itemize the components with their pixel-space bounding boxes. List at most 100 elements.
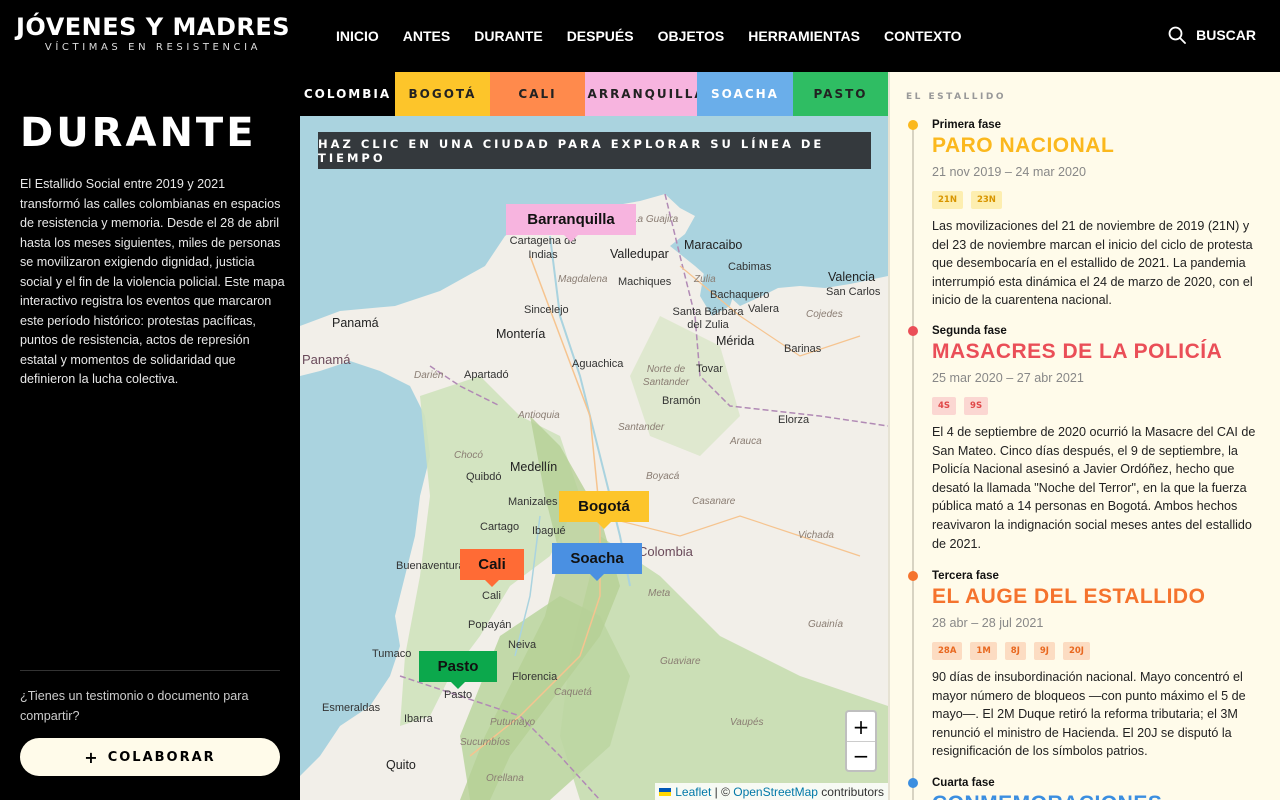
place-label: Panamá — [332, 316, 379, 330]
phase-title[interactable]: EL AUGE DEL ESTALLIDO — [932, 585, 1205, 609]
place-label: Apartadó — [464, 369, 509, 381]
main-nav: INICIO ANTES DURANTE DESPUÉS OBJETOS HER… — [336, 28, 986, 44]
tab-soacha[interactable]: SOACHA — [697, 72, 793, 116]
tab-bogota[interactable]: BOGOTÁ — [395, 72, 490, 116]
place-label: Ibarra — [404, 713, 433, 725]
tab-colombia[interactable]: COLOMBIA — [300, 72, 395, 116]
place-label: Valledupar — [610, 247, 669, 261]
date-chip[interactable]: 9J — [1033, 642, 1055, 660]
panel-label: EL ESTALLIDO — [906, 92, 1006, 102]
phase-number: Tercera fase — [932, 570, 999, 582]
map-pin-barranquilla[interactable]: Barranquilla — [506, 204, 636, 242]
place-label: Cojedes — [806, 309, 843, 320]
date-chip[interactable]: 8J — [1004, 642, 1026, 660]
tab-cali[interactable]: CALI — [490, 72, 585, 116]
phase-text: El 4 de septiembre de 2020 ocurrió la Ma… — [932, 425, 1256, 551]
place-label: Bachaquero — [710, 289, 770, 301]
leaflet-link[interactable]: Leaflet — [675, 785, 711, 799]
city-tabs: COLOMBIA BOGOTÁ CALI BARRANQUILLA SOACHA… — [300, 72, 888, 116]
date-chip[interactable]: 20J — [1062, 642, 1090, 660]
pin-label: Cali — [478, 556, 506, 573]
nav-despues[interactable]: DESPUÉS — [567, 28, 634, 44]
place-label: Quibdó — [466, 471, 502, 483]
timeline-panel[interactable]: EL ESTALLIDO Primera fase PARO NACIONAL … — [888, 72, 1280, 800]
zoom-in-button[interactable]: + — [847, 712, 875, 741]
place-label: La Guajira — [632, 214, 679, 225]
place-label: Casanare — [692, 496, 736, 507]
search-icon — [1168, 26, 1187, 44]
map-pin-cali[interactable]: Cali — [460, 549, 524, 587]
zoom-out-button[interactable]: − — [847, 741, 875, 770]
collaborate-button[interactable]: + COLABORAR — [20, 738, 280, 776]
date-chip[interactable]: 9S — [964, 397, 989, 415]
place-label: Maracaibo — [684, 238, 743, 252]
zoom-control: + − — [845, 710, 877, 772]
tab-label: SOACHA — [711, 87, 779, 101]
date-chip[interactable]: 28A — [932, 642, 963, 660]
nav-herramientas[interactable]: HERRAMIENTAS — [748, 28, 860, 44]
place-label: Colombia — [638, 544, 693, 559]
place-label: Arauca — [730, 436, 762, 447]
pin-label: Barranquilla — [527, 211, 615, 228]
place-label: Mérida — [716, 334, 755, 348]
map-pin-soacha[interactable]: Soacha — [552, 543, 642, 581]
map-pin-pasto[interactable]: Pasto — [419, 651, 497, 689]
place-label: Cartago — [480, 521, 520, 533]
map-attribution: Leaflet | © OpenStreetMap contributors — [655, 783, 888, 800]
tab-label: PASTO — [813, 87, 868, 101]
nav-objetos[interactable]: OBJETOS — [658, 28, 725, 44]
nav-antes[interactable]: ANTES — [403, 28, 450, 44]
plus-icon: + — [84, 747, 100, 767]
place-label: Neiva — [508, 639, 537, 651]
tab-label: CALI — [518, 87, 557, 101]
place-label: Montería — [496, 327, 546, 341]
nav-inicio[interactable]: INICIO — [336, 28, 379, 44]
place-label: Tovar — [696, 363, 723, 375]
place-label: Manizales — [508, 496, 558, 508]
attribution-tail: contributors — [817, 784, 884, 799]
nav-contexto[interactable]: CONTEXTO — [884, 28, 962, 44]
place-label: Antioquia — [518, 410, 560, 421]
place-label: Esmeraldas — [322, 702, 381, 714]
place-label: Panamá — [302, 352, 351, 367]
date-chip[interactable]: 1M — [970, 642, 997, 660]
intro-text: El Estallido Social entre 2019 y 2021 tr… — [20, 177, 285, 386]
place-label: Cabimas — [728, 261, 772, 273]
map-pin-bogota[interactable]: Bogotá — [559, 491, 649, 529]
place-label: Ibagué — [532, 525, 566, 537]
nav-durante[interactable]: DURANTE — [474, 28, 542, 44]
place-label: Meta — [648, 588, 671, 599]
place-label: Darién — [414, 370, 444, 381]
place-label: Boyacá — [646, 471, 680, 482]
place-label: Guaviare — [660, 656, 701, 667]
phase-date: 28 abr – 28 jul 2021 — [932, 616, 1044, 630]
place-label: Barinas — [784, 343, 822, 355]
place-label: Pasto — [444, 689, 473, 701]
tab-label: BARRANQUILLA — [585, 87, 697, 101]
place-label: Santa Bárbara del Zulia — [672, 306, 744, 331]
tab-label: BOGOTÁ — [408, 87, 477, 101]
search-button[interactable]: BUSCAR — [1168, 26, 1256, 44]
phase-chips: 28A 1M 8J 9J 20J — [932, 642, 1090, 660]
ukraine-flag-icon — [659, 787, 672, 796]
map-view[interactable]: HAZ CLIC EN UNA CIUDAD PARA EXPLORAR SU … — [300, 116, 888, 800]
phase-title[interactable]: PARO NACIONAL — [932, 134, 1114, 158]
place-label: San Carlos — [826, 286, 881, 298]
date-chip[interactable]: 23N — [970, 191, 1002, 209]
date-chip[interactable]: 21N — [932, 191, 963, 209]
place-label: Quito — [386, 758, 416, 772]
place-label: Bramón — [662, 395, 701, 407]
phase-title[interactable]: MASACRES DE LA POLICÍA — [932, 340, 1222, 364]
logo-title: JÓVENES Y MADRES — [16, 13, 291, 41]
phase-number: Primera fase — [932, 119, 1002, 131]
phase-title[interactable]: CONMEMORACIONES — [932, 792, 1162, 800]
place-label: Buenaventura — [396, 560, 465, 572]
site-logo[interactable]: JÓVENES Y MADRES VÍCTIMAS EN RESISTENCIA — [16, 12, 290, 53]
tab-barranquilla[interactable]: BARRANQUILLA — [585, 72, 697, 116]
phase-number: Segunda fase — [932, 325, 1007, 337]
top-header: JÓVENES Y MADRES VÍCTIMAS EN RESISTENCIA… — [0, 0, 1280, 72]
tab-pasto[interactable]: PASTO — [793, 72, 888, 116]
date-chip[interactable]: 4S — [932, 397, 957, 415]
osm-link[interactable]: OpenStreetMap — [733, 785, 818, 799]
place-label: Florencia — [512, 671, 558, 683]
